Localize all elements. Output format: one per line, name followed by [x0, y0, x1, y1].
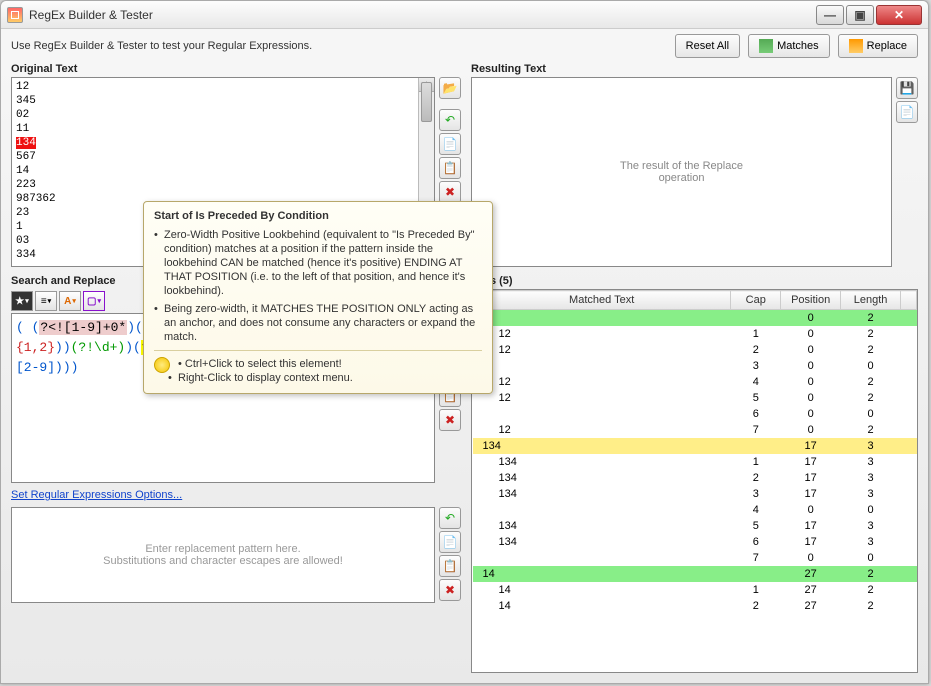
- result-placeholder: The result of the Replace operation: [620, 160, 743, 184]
- matches-table-container[interactable]: Matched Text Cap Position Length 0212102…: [471, 289, 918, 673]
- paste-button[interactable]: 📋: [439, 157, 461, 179]
- resulting-text-label: Resulting Text: [471, 63, 918, 75]
- tooltip-bullet: Being zero-width, it MATCHES THE POSITIO…: [154, 302, 482, 344]
- col-matched-text[interactable]: Matched Text: [473, 291, 731, 310]
- favorite-button[interactable]: ★▾: [11, 291, 33, 311]
- table-row[interactable]: 142272: [473, 598, 917, 614]
- table-row[interactable]: 12202: [473, 342, 917, 358]
- matches-table: Matched Text Cap Position Length 0212102…: [472, 290, 917, 614]
- element-a-button[interactable]: A▾: [59, 291, 81, 311]
- clear-button[interactable]: ✖: [439, 181, 461, 203]
- table-row[interactable]: 12402: [473, 374, 917, 390]
- replace-button[interactable]: Replace: [838, 34, 918, 58]
- table-row[interactable]: 1345173: [473, 518, 917, 534]
- save-result-button[interactable]: 💾: [896, 77, 918, 99]
- app-icon: [7, 7, 23, 23]
- tooltip-hint: • Ctrl+Click to select this element!: [154, 357, 482, 371]
- replacement-input[interactable]: Enter replacement pattern here. Substitu…: [11, 507, 435, 603]
- table-row[interactable]: 12502: [473, 390, 917, 406]
- original-text-label: Original Text: [11, 63, 461, 75]
- reset-all-button[interactable]: Reset All: [675, 34, 740, 58]
- table-row[interactable]: 14272: [473, 566, 917, 582]
- copy-button[interactable]: 📄: [439, 133, 461, 155]
- open-file-button[interactable]: 📂: [439, 77, 461, 99]
- scroll-thumb[interactable]: [421, 82, 432, 122]
- instruction-text: Use RegEx Builder & Tester to test your …: [11, 40, 667, 52]
- maximize-button[interactable]: ▣: [846, 5, 874, 25]
- table-row[interactable]: 02: [473, 310, 917, 326]
- col-cap[interactable]: Cap: [731, 291, 781, 310]
- titlebar: RegEx Builder & Tester — ▣ ✕: [1, 1, 928, 29]
- table-row[interactable]: 600: [473, 406, 917, 422]
- undo-button[interactable]: ↶: [439, 109, 461, 131]
- window-title: RegEx Builder & Tester: [29, 8, 816, 22]
- result-text-box[interactable]: The result of the Replace operation: [471, 77, 892, 267]
- replace-icon: [849, 39, 863, 53]
- table-row[interactable]: 12702: [473, 422, 917, 438]
- repl-paste-button[interactable]: 📋: [439, 555, 461, 577]
- table-row[interactable]: 141272: [473, 582, 917, 598]
- table-row[interactable]: 400: [473, 502, 917, 518]
- table-row[interactable]: 1341173: [473, 454, 917, 470]
- tooltip-hint: Right-Click to display context menu.: [154, 371, 482, 385]
- top-toolbar: Use RegEx Builder & Tester to test your …: [1, 29, 928, 63]
- table-row[interactable]: 300: [473, 358, 917, 374]
- matches-label: ches (5): [471, 275, 918, 287]
- tooltip-bullet: Zero-Width Positive Lookbehind (equivale…: [154, 228, 482, 298]
- table-row[interactable]: 134173: [473, 438, 917, 454]
- repl-copy-button[interactable]: 📄: [439, 531, 461, 553]
- repl-undo-button[interactable]: ↶: [439, 507, 461, 529]
- regex-clear-button[interactable]: ✖: [439, 409, 461, 431]
- format-button[interactable]: ≡▾: [35, 291, 57, 311]
- table-row[interactable]: 12102: [473, 326, 917, 342]
- minimize-button[interactable]: —: [816, 5, 844, 25]
- col-length[interactable]: Length: [841, 291, 901, 310]
- tooltip-panel: Start of Is Preceded By Condition Zero-W…: [143, 201, 493, 394]
- regex-options-link[interactable]: Set Regular Expressions Options...: [11, 489, 461, 501]
- matches-icon: [759, 39, 773, 53]
- close-button[interactable]: ✕: [876, 5, 922, 25]
- table-row[interactable]: 1346173: [473, 534, 917, 550]
- table-row[interactable]: 1342173: [473, 470, 917, 486]
- copy-result-button[interactable]: 📄: [896, 101, 918, 123]
- tooltip-title: Start of Is Preceded By Condition: [154, 210, 482, 222]
- replacement-placeholder: Enter replacement pattern here. Substitu…: [103, 543, 343, 567]
- element-group-button[interactable]: ▢▾: [83, 291, 105, 311]
- repl-clear-button[interactable]: ✖: [439, 579, 461, 601]
- col-position[interactable]: Position: [781, 291, 841, 310]
- matches-button[interactable]: Matches: [748, 34, 830, 58]
- table-row[interactable]: 1343173: [473, 486, 917, 502]
- table-row[interactable]: 700: [473, 550, 917, 566]
